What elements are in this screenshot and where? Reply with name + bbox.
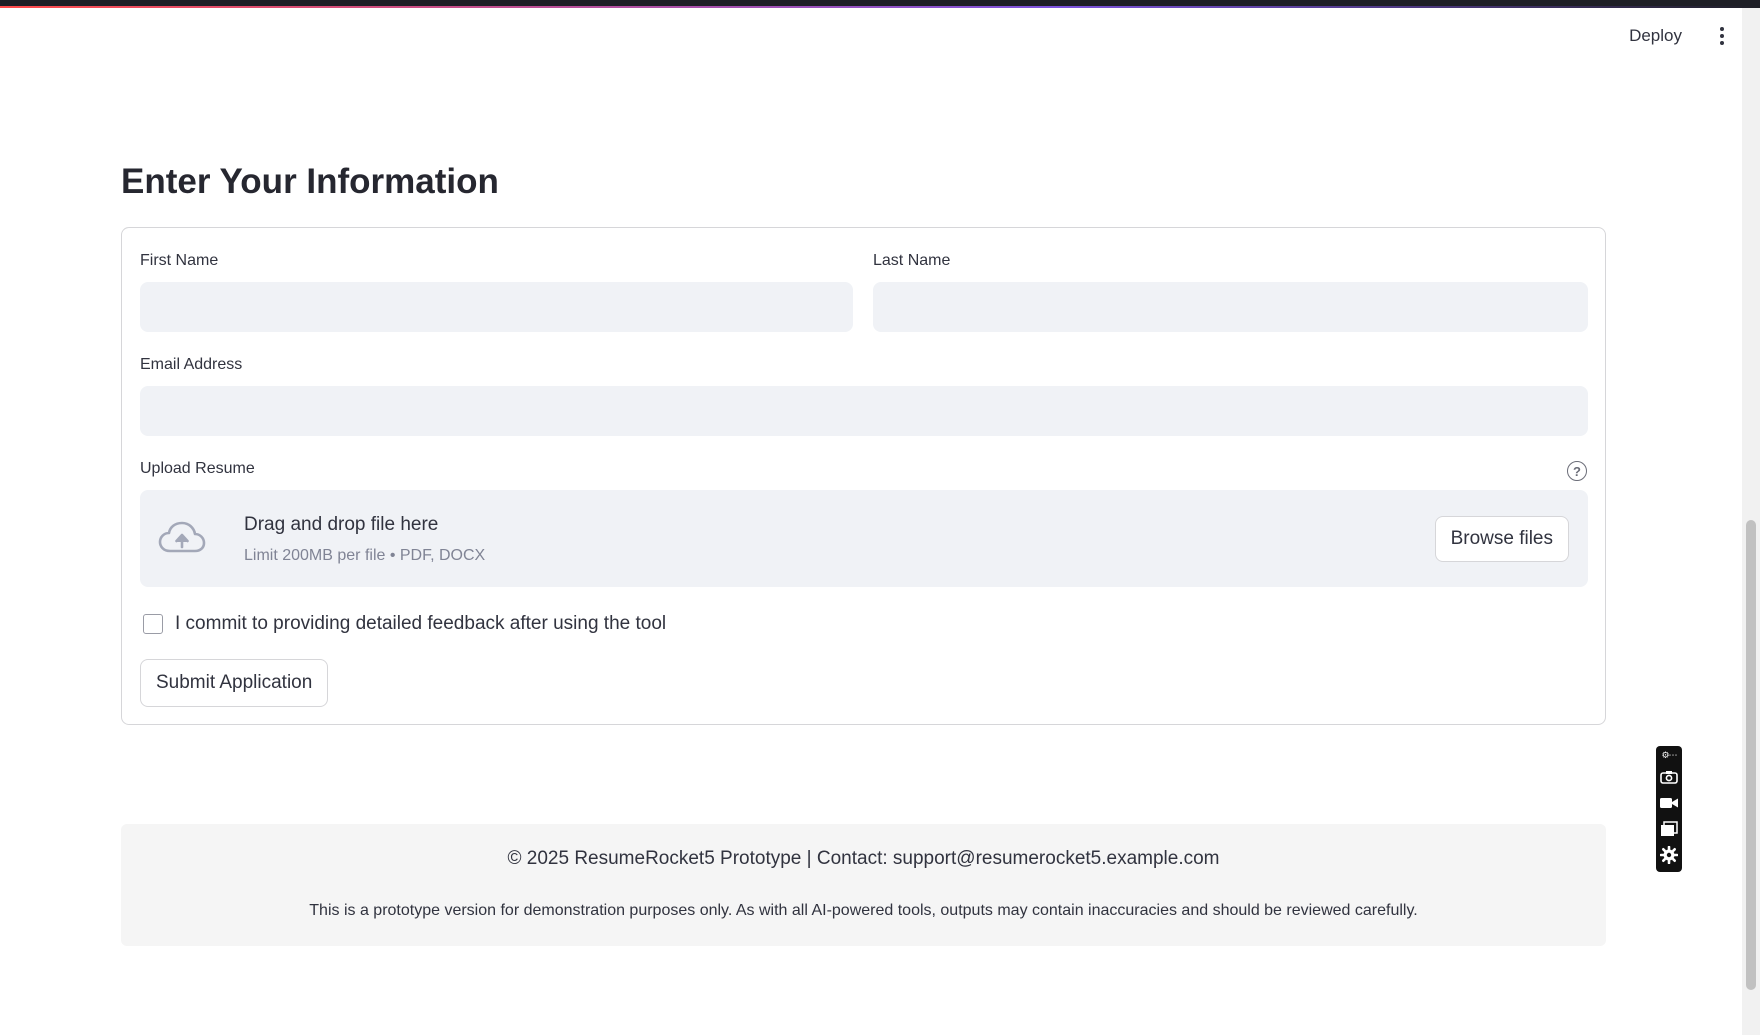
recorder-toolbar: ⚙⋯ [1656,746,1682,872]
kebab-menu-icon[interactable] [1712,24,1732,48]
settings-gear-icon[interactable] [1659,844,1679,866]
cloud-upload-icon [158,521,206,553]
commit-checkbox-label[interactable]: I commit to providing detailed feedback … [175,613,666,635]
application-form: First Name Last Name Email Address Uploa… [121,227,1606,725]
submit-application-button[interactable]: Submit Application [140,659,329,707]
last-name-input[interactable] [873,282,1588,332]
header-actions: Deploy [1623,22,1732,50]
footer-disclaimer: This is a prototype version for demonstr… [309,902,1418,919]
footer: © 2025 ResumeRocket5 Prototype | Contact… [121,824,1606,946]
file-dropzone[interactable]: Drag and drop file here Limit 200MB per … [140,490,1588,587]
first-name-input[interactable] [140,282,853,332]
question-circle-icon[interactable]: ? [1567,461,1587,481]
scrollbar-thumb[interactable] [1746,520,1756,990]
deploy-button[interactable]: Deploy [1623,22,1688,50]
commit-checkbox[interactable] [143,614,163,634]
footer-contact: © 2025 ResumeRocket5 Prototype | Contact… [507,848,1220,869]
upload-resume-label: Upload Resume [140,460,255,477]
last-name-label: Last Name [873,252,951,269]
browse-files-button[interactable]: Browse files [1434,516,1569,562]
toolbar-more-icon[interactable]: ⚙⋯ [1661,748,1677,762]
email-input[interactable] [140,386,1588,436]
dropzone-limit-text: Limit 200MB per file • PDF, DOCX [244,547,486,564]
window-icon[interactable] [1659,818,1679,840]
page-title: Enter Your Information [121,162,499,201]
camera-icon[interactable] [1659,766,1679,788]
first-name-label: First Name [140,252,219,269]
scrollbar[interactable] [1742,8,1760,1035]
app-top-bar [0,0,1760,8]
email-label: Email Address [140,356,243,373]
commit-checkbox-row[interactable]: I commit to providing detailed feedback … [143,613,666,635]
video-icon[interactable] [1659,792,1679,814]
dropzone-instruction: Drag and drop file here [244,514,439,535]
